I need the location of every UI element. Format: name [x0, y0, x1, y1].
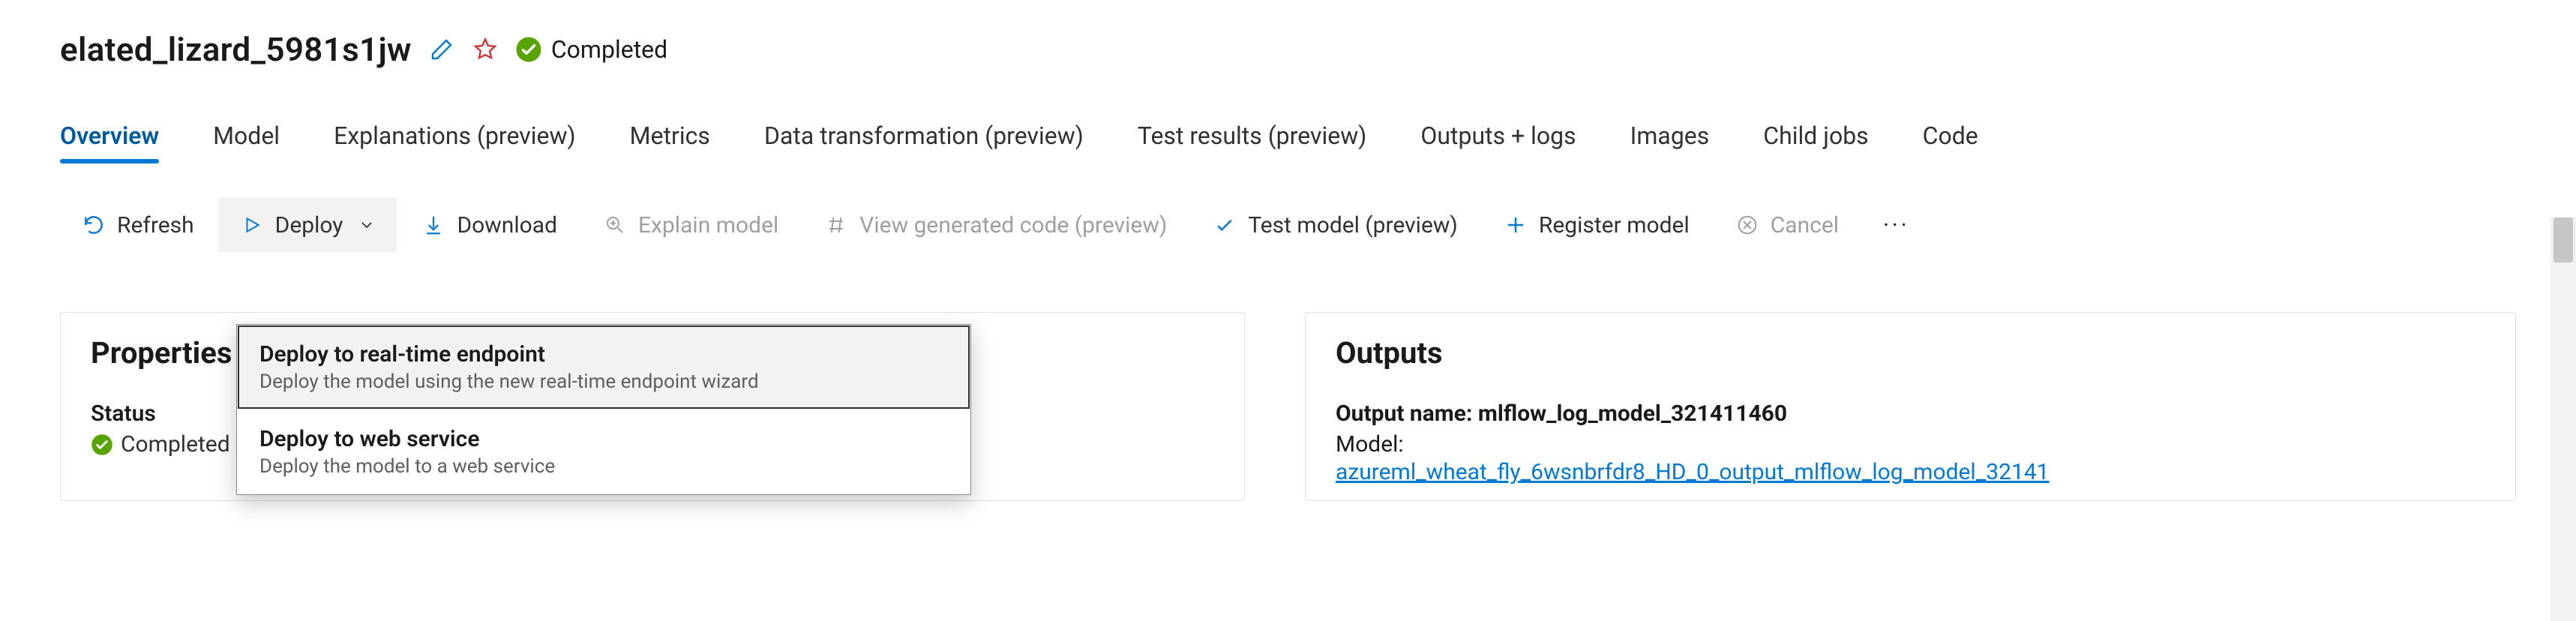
- status-pill: Completed: [515, 35, 667, 64]
- ellipsis-icon: ···: [1883, 212, 1910, 238]
- deploy-button[interactable]: Deploy: [218, 198, 397, 252]
- check-circle-icon: [515, 36, 542, 63]
- edit-icon[interactable]: [428, 36, 455, 63]
- vertical-scrollbar[interactable]: [2551, 218, 2576, 621]
- tab-overview[interactable]: Overview: [60, 122, 159, 164]
- tab-outputslogs[interactable]: Outputs + logs: [1420, 122, 1576, 164]
- toolbar: Refresh Deploy Download: [60, 198, 2576, 252]
- test-model-button[interactable]: Test model (preview): [1191, 198, 1479, 252]
- tab-testresults[interactable]: Test results (preview): [1138, 122, 1366, 164]
- scrollbar-thumb[interactable]: [2554, 218, 2573, 262]
- refresh-icon: [81, 212, 106, 238]
- run-name: elated_lizard_5981s1jw: [60, 30, 412, 69]
- model-link[interactable]: azureml_wheat_fly_6wsnbrfdr8_HD_0_output…: [1336, 459, 2050, 485]
- output-name-row: Output name: mlflow_log_model_321411460: [1336, 400, 2485, 427]
- outputs-card-title: Outputs: [1336, 335, 2485, 370]
- plus-icon: [1503, 212, 1528, 238]
- favorite-star-icon[interactable]: [472, 36, 499, 63]
- tab-metrics[interactable]: Metrics: [630, 122, 710, 164]
- deploy-menu-item-webservice[interactable]: Deploy to web service Deploy the model t…: [237, 410, 970, 494]
- check-circle-icon: [91, 434, 113, 456]
- explain-icon: [602, 212, 628, 238]
- play-icon: [239, 212, 265, 238]
- toolbar-separator: [1863, 207, 1864, 243]
- status-text: Completed: [551, 35, 667, 64]
- status-value: Completed: [121, 431, 230, 458]
- tabs: Overview Model Explanations (preview) Me…: [60, 122, 2576, 164]
- explain-model-button: Explain model: [581, 198, 799, 252]
- deploy-menu-item-realtime[interactable]: Deploy to real-time endpoint Deploy the …: [237, 325, 970, 410]
- hash-icon: [823, 212, 849, 238]
- tab-explanations[interactable]: Explanations (preview): [334, 122, 576, 164]
- checkmark-icon: [1212, 212, 1237, 238]
- header-row: elated_lizard_5981s1jw Completed: [60, 0, 2576, 69]
- tab-datatrans[interactable]: Data transformation (preview): [764, 122, 1084, 164]
- tab-model[interactable]: Model: [213, 122, 280, 164]
- cancel-icon: [1735, 212, 1760, 238]
- tab-images[interactable]: Images: [1630, 122, 1710, 164]
- tab-childjobs[interactable]: Child jobs: [1763, 122, 1868, 164]
- deploy-menu: Deploy to real-time endpoint Deploy the …: [236, 324, 971, 495]
- view-generated-code-button: View generated code (preview): [802, 198, 1188, 252]
- model-label: Model:: [1336, 431, 2485, 458]
- outputs-card: Outputs Output name: mlflow_log_model_32…: [1305, 312, 2516, 501]
- chevron-down-icon: [358, 216, 376, 234]
- download-button[interactable]: Download: [400, 198, 578, 252]
- more-button[interactable]: ···: [1867, 212, 1927, 238]
- tab-code[interactable]: Code: [1923, 122, 1978, 164]
- cancel-button: Cancel: [1714, 198, 1860, 252]
- register-model-button[interactable]: Register model: [1482, 198, 1711, 252]
- refresh-button[interactable]: Refresh: [60, 198, 215, 252]
- download-icon: [421, 212, 446, 238]
